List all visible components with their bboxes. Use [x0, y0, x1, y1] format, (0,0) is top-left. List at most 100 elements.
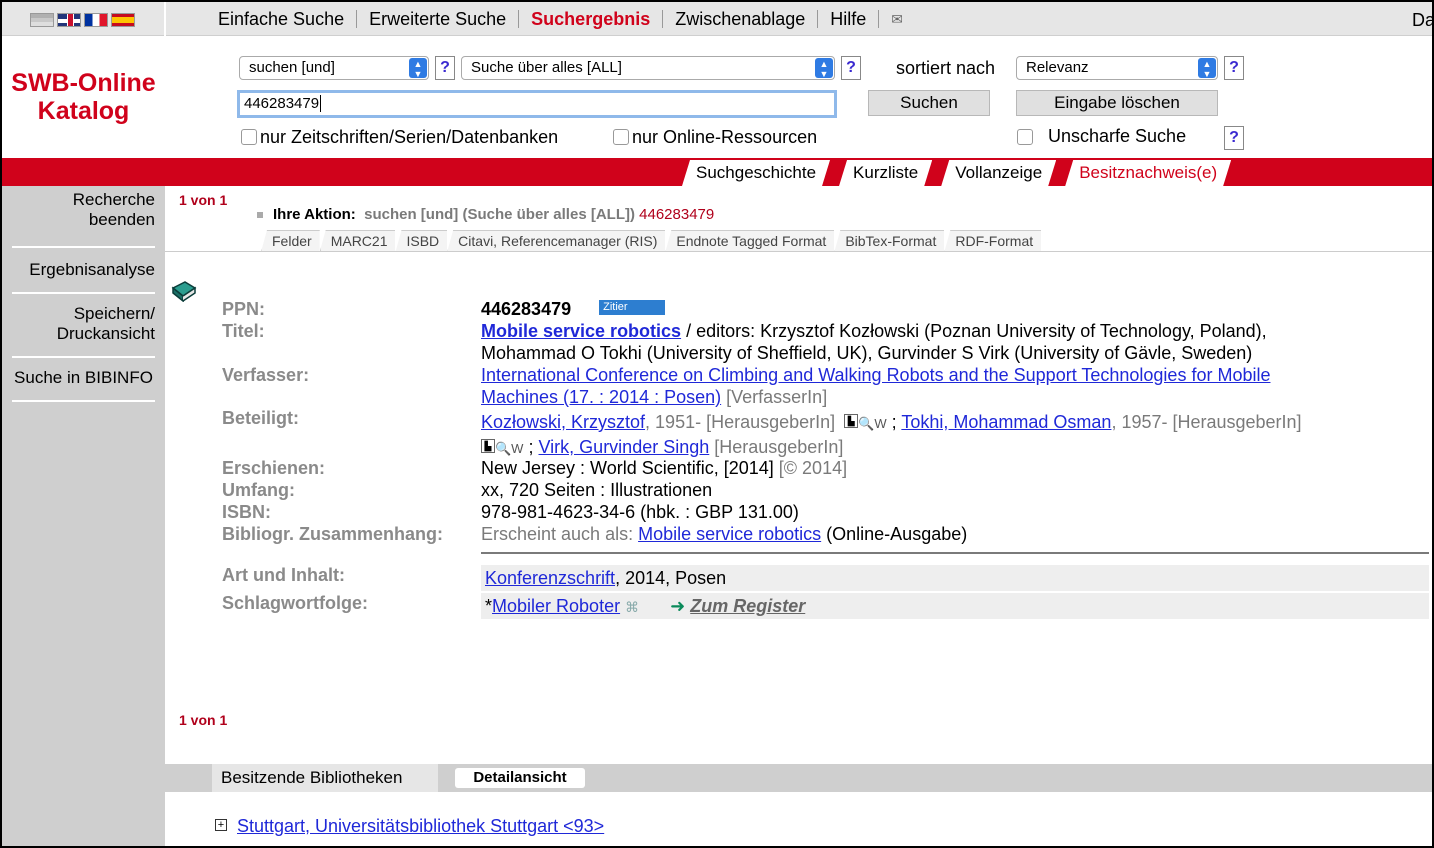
expand-plus-icon[interactable]: + — [215, 819, 227, 832]
author-role: [VerfasserIn] — [721, 387, 828, 407]
text-cursor — [320, 95, 322, 112]
erschienen-label: Erschienen: — [222, 458, 326, 478]
format-ris[interactable]: Citavi, Referencemanager (RIS) — [447, 230, 666, 252]
separator: ; — [528, 437, 539, 457]
sort-select[interactable]: Relevanz ▲ ▼ — [1016, 56, 1218, 80]
menu-einfache-suche[interactable]: Einfache Suche — [206, 10, 358, 28]
menu-zwischenablage[interactable]: Zwischenablage — [663, 10, 819, 28]
journals-checkbox[interactable] — [241, 129, 257, 145]
tab-kurzliste[interactable]: Kurzliste — [839, 160, 932, 186]
envelope-icon[interactable]: ✉ — [879, 11, 915, 28]
search-input[interactable]: 446283479 — [237, 90, 837, 118]
wikipedia-search-icon[interactable]: 🔍W — [858, 416, 886, 431]
sidebar-item-suche-in-bibinfo[interactable]: Suche in BIBINFO — [12, 358, 155, 402]
detailansicht-button[interactable]: Detailansicht — [455, 768, 585, 788]
library-link[interactable]: Stuttgart, Universitätsbibliothek Stuttg… — [237, 816, 604, 836]
titel-value-2: Mohammad O Tokhi (University of Sheffiel… — [481, 343, 1253, 363]
genre-link[interactable]: Konferenzschrift — [485, 568, 615, 588]
flag-spanish-icon[interactable] — [111, 13, 135, 27]
field-select-value: Suche über alles [ALL] — [471, 59, 622, 76]
tab-besitzende-bibliotheken[interactable]: Besitzende Bibliotheken — [212, 764, 438, 792]
verfasser-value-2: Machines (17. : 2014 : Posen) [Verfasser… — [481, 387, 827, 408]
sidebar-item-label: Recherche — [72, 190, 155, 209]
beteiligt-value-2: ▙ 🔍W ; Virk, Gurvinder Singh [Herausgeber… — [481, 437, 843, 458]
select-arrows-icon: ▲ ▼ — [409, 58, 427, 79]
umfang-label: Umfang: — [222, 480, 295, 500]
title-link[interactable]: Mobile service robotics — [481, 321, 681, 341]
online-edition-link[interactable]: Mobile service robotics — [638, 524, 821, 544]
logo-line-1: SWB-Online — [11, 69, 156, 97]
sidebar-item-label: Druckansicht — [56, 324, 155, 343]
menu-erweiterte-suche[interactable]: Erweiterte Suche — [357, 10, 520, 28]
person-link-tokhi[interactable]: Tokhi, Mohammad Osman — [901, 412, 1111, 432]
fuzzy-search-label: Unscharfe Suche — [1048, 126, 1187, 146]
format-rdf[interactable]: RDF-Format — [944, 230, 1042, 252]
help-sort-button[interactable]: ? — [1224, 56, 1244, 80]
flag-german-icon[interactable] — [30, 13, 54, 27]
beteiligt-value-1: Kozłowski, Krzysztof, 1951- [Herausgeber… — [481, 412, 1302, 433]
tab-suchgeschichte[interactable]: Suchgeschichte — [682, 160, 830, 186]
fuzzy-search-checkbox[interactable] — [1017, 129, 1033, 145]
zum-register-link[interactable]: Zum Register — [690, 596, 805, 616]
zitier-button[interactable]: Zitier — [599, 299, 666, 315]
ppn-label: PPN: — [222, 299, 266, 319]
language-flags — [30, 13, 135, 27]
format-marc21[interactable]: MARC21 — [319, 230, 396, 252]
sidebar-item-speichern-druckansicht[interactable]: Speichern/ Druckansicht — [12, 294, 155, 358]
ppn-value: 446283479 — [481, 299, 572, 319]
menu-cut-off-item[interactable]: Da — [1412, 10, 1432, 31]
field-select[interactable]: Suche über alles [ALL] ▲ ▼ — [461, 56, 835, 80]
format-felder[interactable]: Felder — [261, 230, 320, 252]
help-field-button[interactable]: ? — [841, 56, 861, 80]
schlag-value: *Mobiler Roboter ⌘ ➜ Zum Register — [481, 593, 1429, 619]
person-link-virk[interactable]: Virk, Gurvinder Singh — [539, 437, 710, 457]
menu-suchergebnis[interactable]: Suchergebnis — [519, 10, 664, 28]
clear-input-button[interactable]: Eingabe löschen — [1016, 90, 1218, 116]
export-format-tabs: Felder MARC21 ISBD Citavi, Referencemana… — [261, 230, 1042, 252]
arrow-right-icon: ➜ — [670, 596, 686, 616]
umfang-value: xx, 720 Seiten : Illustrationen — [481, 480, 713, 500]
flag-english-icon[interactable] — [57, 13, 81, 27]
select-arrows-icon: ▲ ▼ — [1198, 58, 1216, 79]
format-endnote[interactable]: Endnote Tagged Format — [665, 230, 835, 252]
verfasser-label: Verfasser: — [222, 365, 310, 385]
titel-value-1: Mobile service robotics / editors: Krzys… — [481, 321, 1267, 342]
person-role: , 1951- [HerausgeberIn] — [645, 412, 836, 432]
ppn-value-row: 446283479 Zitier — [481, 299, 666, 320]
operator-select[interactable]: suchen [und] ▲ ▼ — [239, 56, 429, 80]
sidebar-item-ergebnisanalyse[interactable]: Ergebnisanalyse — [12, 248, 155, 294]
profile-icon[interactable]: ▙ — [481, 439, 495, 454]
journals-checkbox-label: nur Zeitschriften/Serien/Datenbanken — [260, 127, 559, 147]
search-button[interactable]: Suchen — [868, 90, 990, 116]
main-menu: Einfache Suche Erweiterte Suche Sucherge… — [206, 2, 915, 36]
related-suffix: (Online-Ausgabe) — [821, 524, 968, 544]
catalog-logo[interactable]: SWB-Online Katalog — [2, 36, 165, 158]
command-icon[interactable]: ⌘ — [625, 599, 639, 615]
top-divider — [164, 2, 166, 36]
menu-hilfe[interactable]: Hilfe — [818, 10, 880, 28]
format-bibtex[interactable]: BibTex-Format — [834, 230, 945, 252]
action-text: suchen [und] (Suche über alles [ALL]) — [364, 206, 635, 223]
wikipedia-search-icon[interactable]: 🔍W — [495, 441, 523, 456]
person-link-kozlowski[interactable]: Kozłowski, Krzysztof — [481, 412, 645, 432]
copyright-year: [© 2014] — [773, 458, 848, 478]
subject-link[interactable]: Mobiler Roboter — [492, 596, 620, 616]
online-checkbox-label: nur Online-Ressourcen — [632, 127, 818, 147]
isbn-label: ISBN: — [222, 502, 271, 522]
author-link[interactable]: International Conference on Climbing and… — [481, 365, 1270, 385]
zusammenhang-value: Erscheint auch als: Mobile service robot… — [481, 524, 967, 545]
help-fuzzy-button[interactable]: ? — [1224, 126, 1244, 150]
profile-icon[interactable]: ▙ — [844, 414, 859, 429]
formats-divider — [165, 251, 1432, 252]
online-checkbox[interactable] — [613, 129, 629, 145]
titel-label: Titel: — [222, 321, 265, 341]
tab-besitznachweise[interactable]: Besitznachweis(e) — [1065, 160, 1231, 186]
sidebar-item-label: Suche in BIBINFO — [14, 368, 153, 387]
tab-vollanzeige[interactable]: Vollanzeige — [941, 160, 1056, 186]
flag-french-icon[interactable] — [84, 13, 108, 27]
select-arrows-icon: ▲ ▼ — [815, 58, 833, 79]
help-operator-button[interactable]: ? — [435, 56, 455, 80]
format-isbd[interactable]: ISBD — [395, 230, 448, 252]
author-link-cont[interactable]: Machines (17. : 2014 : Posen) — [481, 387, 721, 407]
sidebar-item-recherche-beenden[interactable]: Recherche beenden — [12, 186, 155, 248]
